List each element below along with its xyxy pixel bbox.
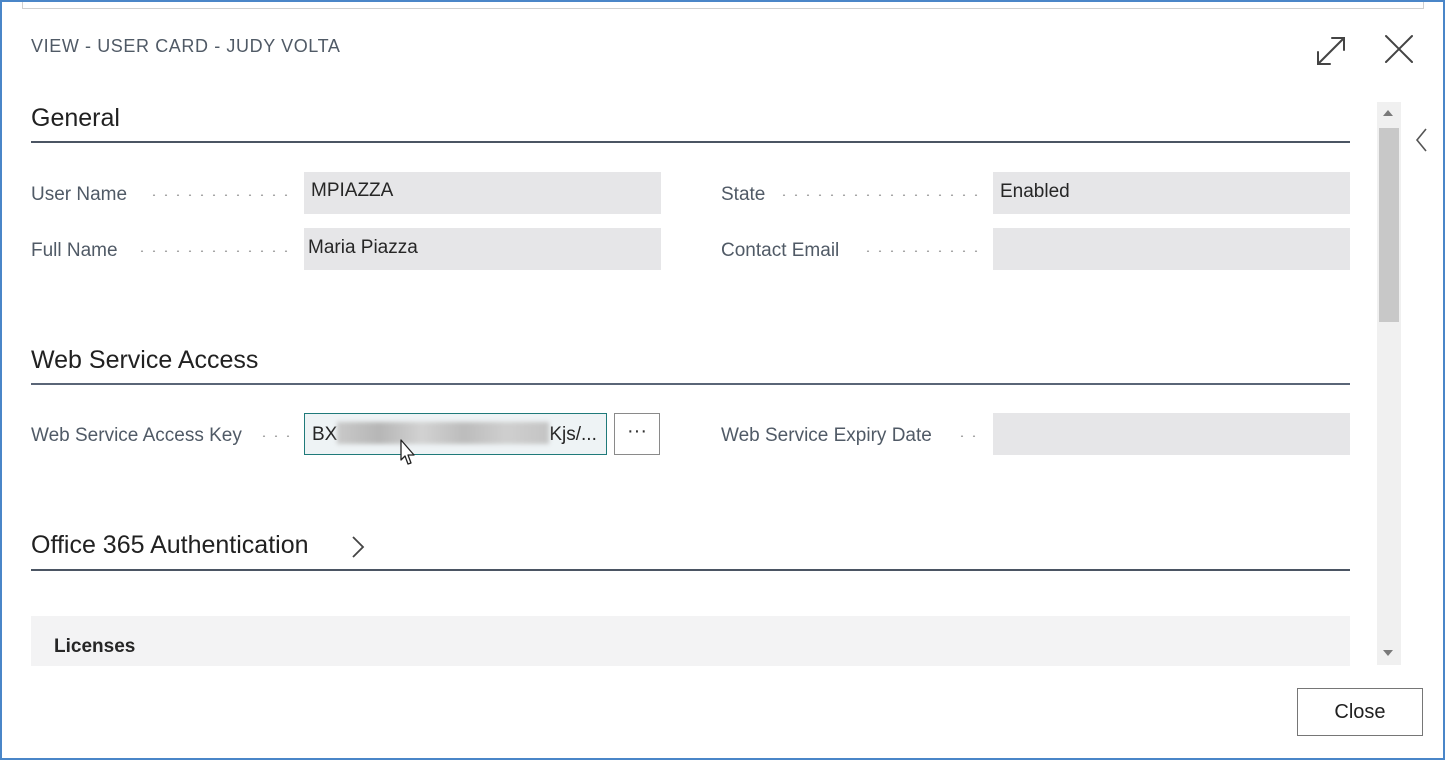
key-value-end: Kjs/... xyxy=(549,424,597,445)
leader-dots xyxy=(136,250,290,252)
close-button[interactable]: Close xyxy=(1297,688,1423,736)
section-divider xyxy=(31,141,1350,143)
mouse-cursor-icon xyxy=(395,438,419,468)
leader-dots xyxy=(148,194,290,196)
licenses-title[interactable]: Licenses xyxy=(54,636,135,658)
dialog-title: VIEW - USER CARD - JUDY VOLTA xyxy=(31,36,341,56)
section-divider xyxy=(31,569,1350,571)
scrollbar-thumb[interactable] xyxy=(1379,128,1399,322)
user-name-label: User Name xyxy=(31,184,128,205)
chevron-right-icon[interactable] xyxy=(349,534,367,560)
section-title-office-365-authentication[interactable]: Office 365 Authentication xyxy=(31,531,309,560)
leader-dots xyxy=(258,435,290,437)
leader-dots xyxy=(778,194,980,196)
leader-dots xyxy=(956,435,980,437)
expand-icon[interactable] xyxy=(1312,32,1350,70)
web-service-expiry-date-field[interactable] xyxy=(993,413,1350,455)
full-name-label: Full Name xyxy=(31,240,118,261)
contact-email-field[interactable] xyxy=(993,228,1350,270)
user-name-field[interactable]: MPIAZZA xyxy=(304,172,661,214)
close-icon[interactable] xyxy=(1382,32,1416,66)
key-value-start: BX xyxy=(312,424,338,445)
scroll-down-arrow-icon[interactable] xyxy=(1383,650,1393,656)
scroll-up-arrow-icon[interactable] xyxy=(1383,110,1393,116)
web-service-access-key-field[interactable]: BX Kjs/... xyxy=(304,413,607,455)
chevron-left-icon[interactable] xyxy=(1414,126,1430,154)
licenses-panel: Licenses xyxy=(31,616,1350,666)
state-label: State xyxy=(721,184,766,205)
web-service-expiry-date-label: Web Service Expiry Date xyxy=(721,425,932,446)
state-field[interactable]: Enabled xyxy=(993,172,1350,214)
background-page-edge xyxy=(22,2,1424,9)
section-title-general[interactable]: General xyxy=(31,104,120,133)
contact-email-label: Contact Email xyxy=(721,240,840,261)
section-divider xyxy=(31,383,1350,385)
assist-edit-button[interactable]: ··· xyxy=(614,413,660,455)
section-title-web-service-access[interactable]: Web Service Access xyxy=(31,346,258,375)
leader-dots xyxy=(862,250,980,252)
web-service-access-key-label: Web Service Access Key xyxy=(31,425,242,446)
full-name-field[interactable]: Maria Piazza xyxy=(304,228,661,270)
redacted-key-segment xyxy=(337,422,550,445)
